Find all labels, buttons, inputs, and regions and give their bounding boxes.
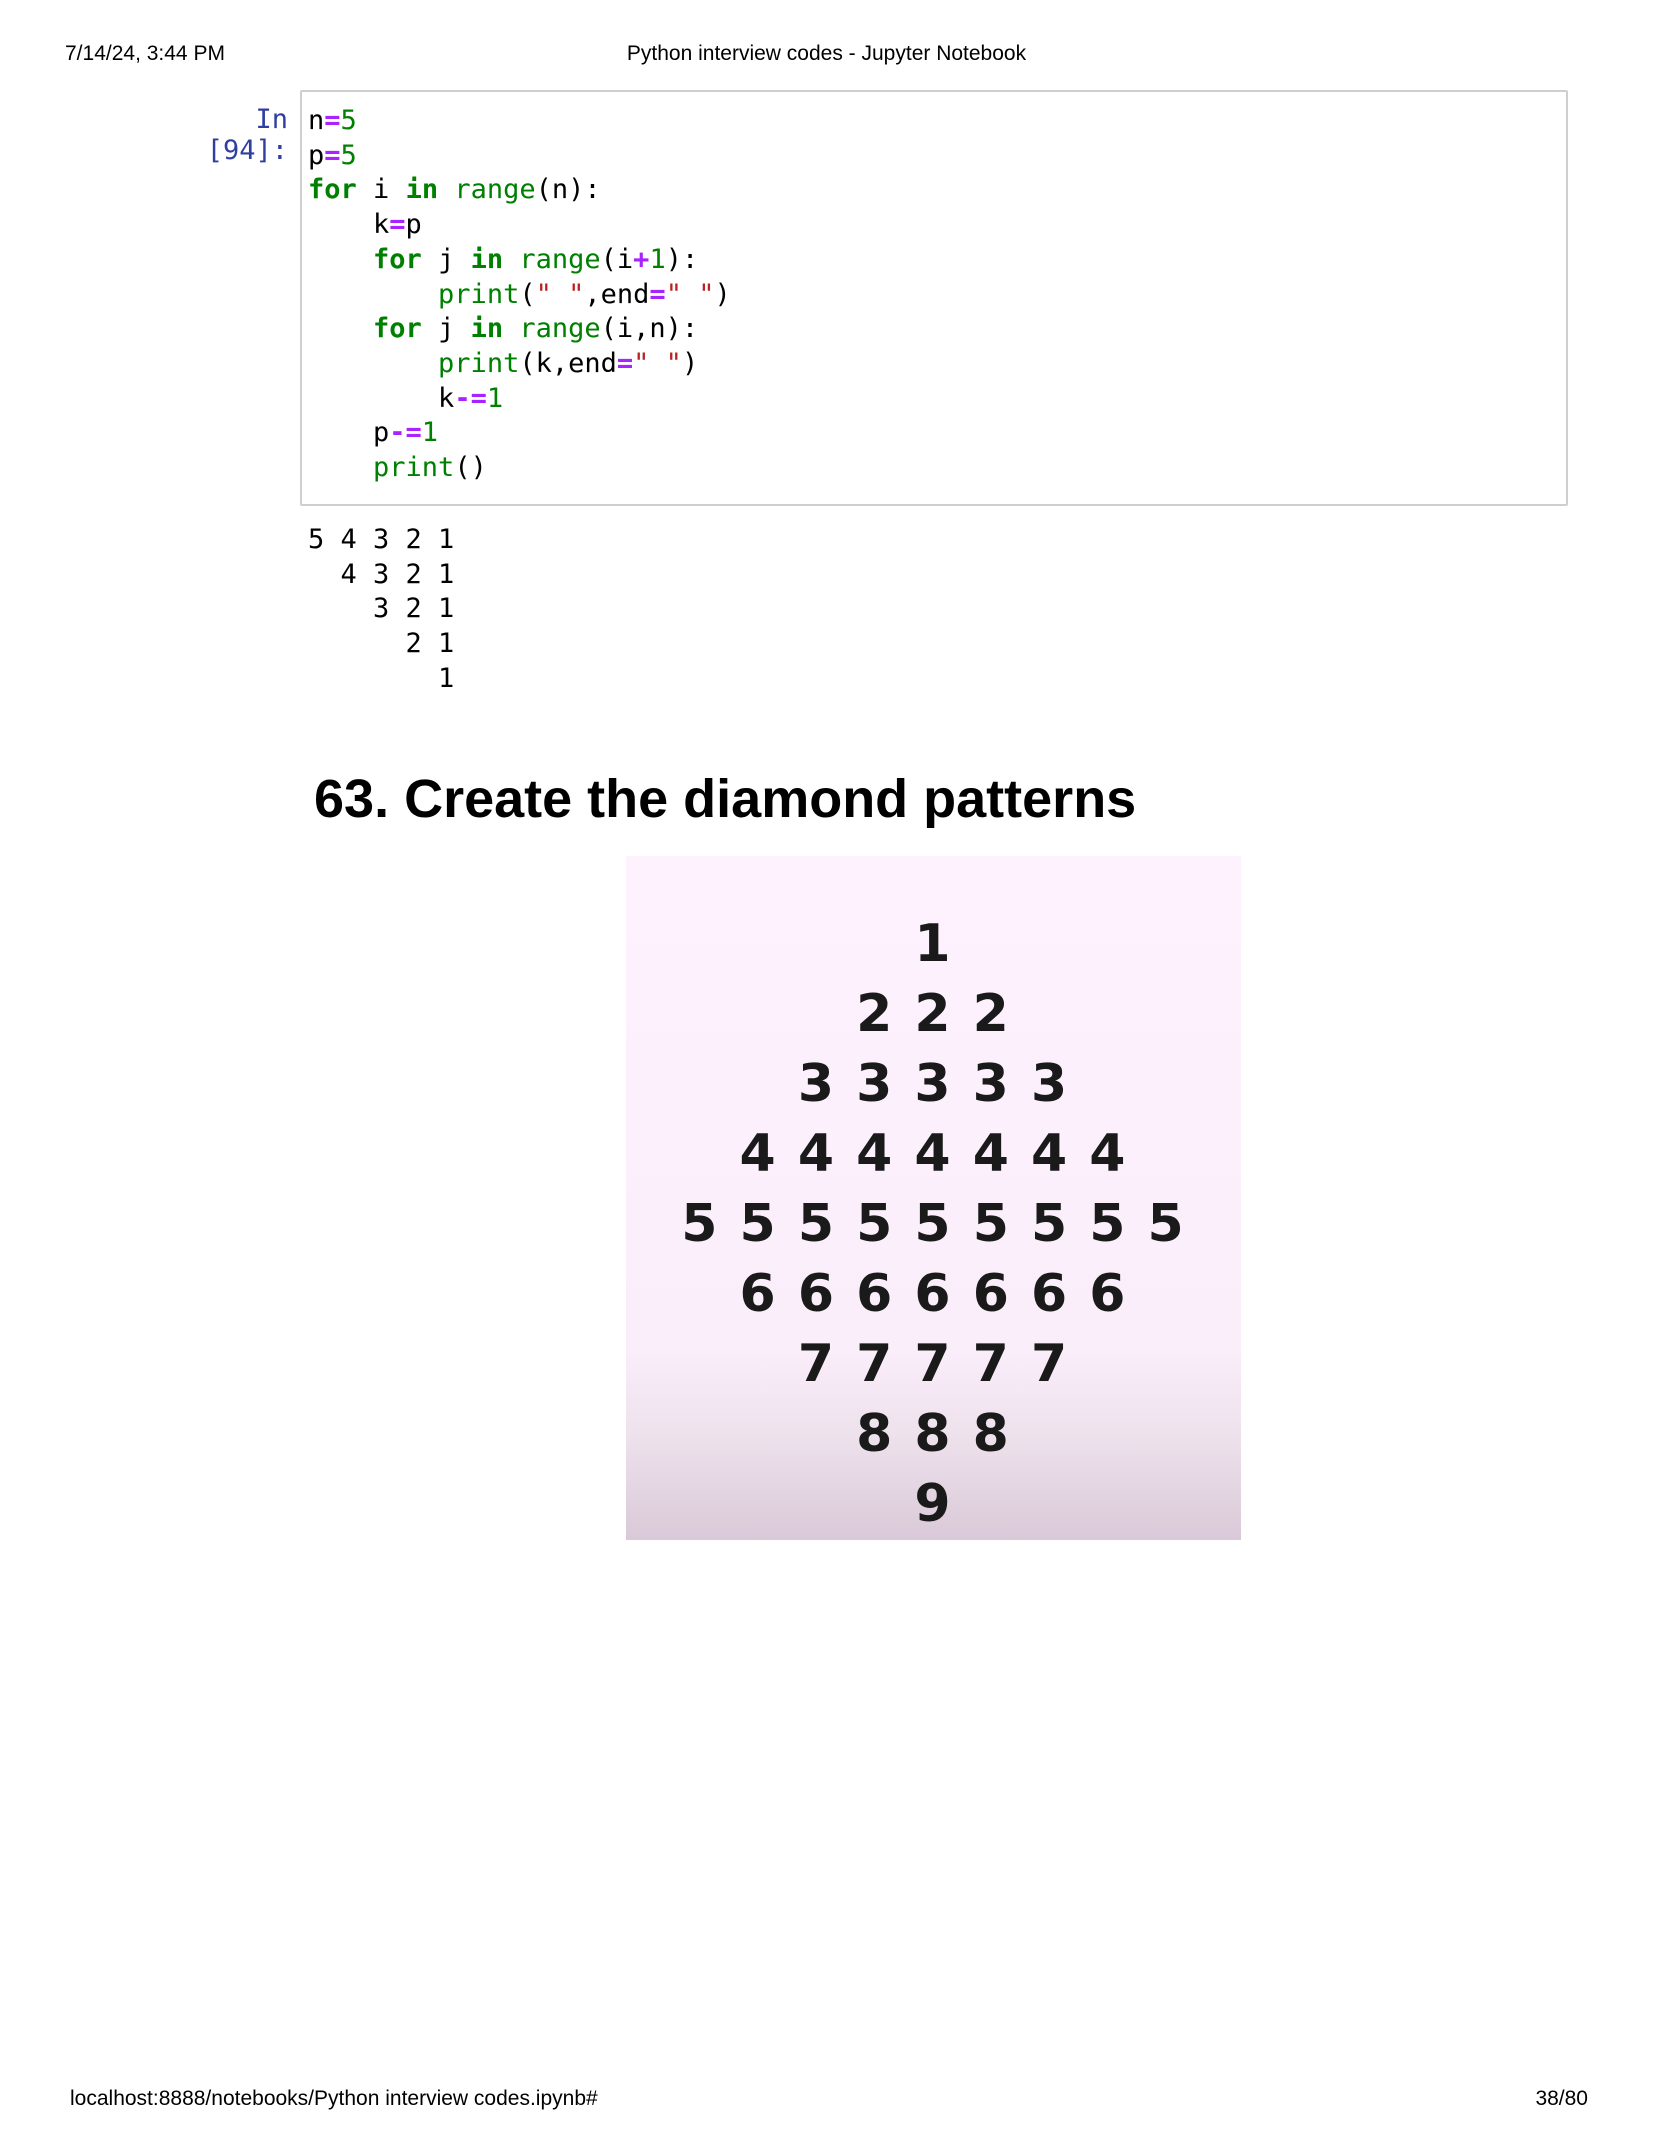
pattern-row: 4 4 4 4 4 4 4 — [739, 1124, 1128, 1184]
pattern-row: 8 8 8 — [856, 1404, 1011, 1464]
pattern-row: 5 5 5 5 5 5 5 5 5 — [681, 1194, 1186, 1254]
pattern-row: 7 7 7 7 7 — [797, 1334, 1070, 1394]
pattern-row: 6 6 6 6 6 6 6 — [739, 1264, 1128, 1324]
output-line: 3 2 1 — [308, 593, 455, 625]
output-line: 2 1 — [308, 628, 455, 660]
output-line: 4 3 2 1 — [308, 558, 455, 590]
pattern-row: 2 2 2 — [856, 984, 1011, 1044]
output-line: 5 4 3 2 1 — [308, 524, 455, 555]
output-line: 1 — [308, 662, 455, 694]
pattern-row: 9 — [914, 1474, 953, 1534]
diamond-pattern-image: 1 2 2 2 3 3 3 3 3 4 4 4 4 4 4 4 5 5 5 5 … — [626, 856, 1241, 1540]
pattern-row: 3 3 3 3 3 — [797, 1054, 1070, 1114]
cell-prompt: In [94]: — [206, 104, 288, 166]
page-number: 38/80 — [1535, 2087, 1588, 2110]
cell-output: 5 4 3 2 1 4 3 2 1 3 2 1 2 1 1 — [308, 523, 454, 697]
pattern-row: 1 — [914, 914, 953, 974]
section-heading: 63. Create the diamond patterns — [314, 769, 1137, 829]
code-cell-source[interactable]: n=5 p=5 for i in range(n): k=p for j in … — [308, 104, 731, 486]
page-title: Python interview codes - Jupyter Noteboo… — [626, 42, 1027, 65]
footer-url: localhost:8888/notebooks/Python intervie… — [70, 2087, 598, 2110]
